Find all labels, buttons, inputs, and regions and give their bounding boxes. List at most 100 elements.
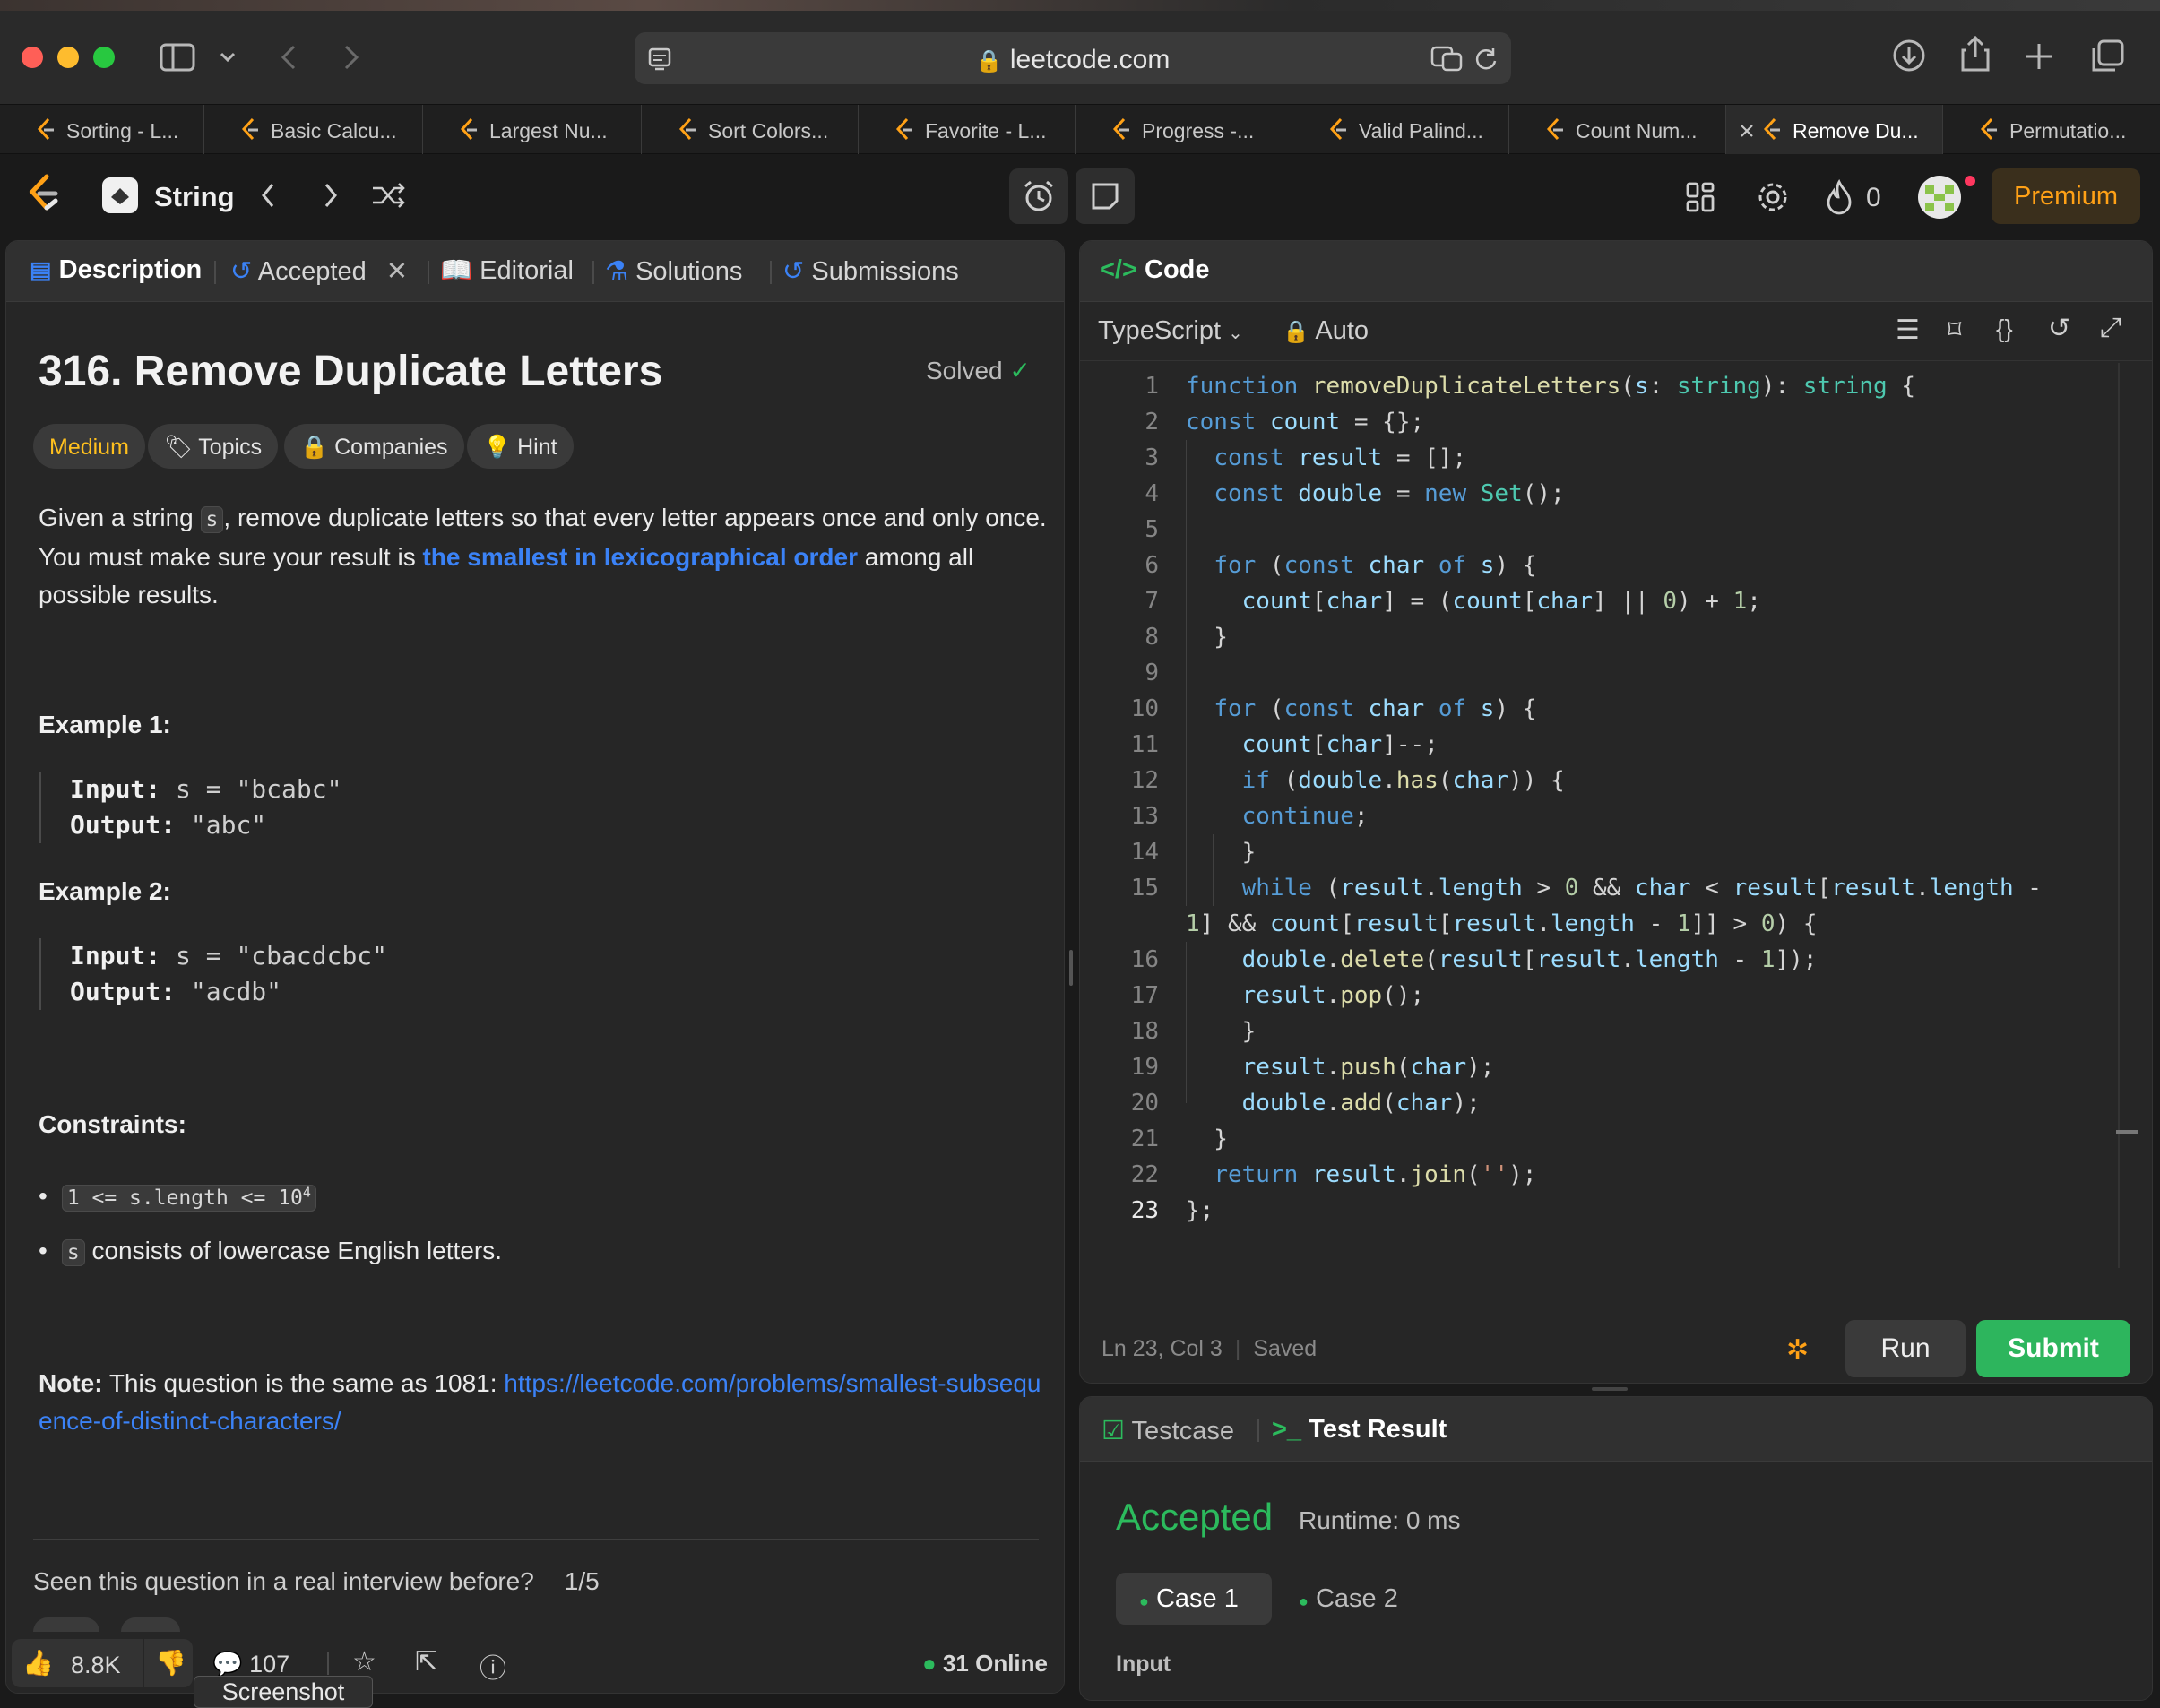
browser-tab[interactable]: Count Num... (1509, 105, 1726, 155)
share-icon[interactable] (1959, 34, 1992, 73)
tab-solutions[interactable]: ⚗ Solutions (605, 255, 742, 287)
bookmark-icon[interactable]: ⌑ (1948, 315, 1961, 346)
dislike-button[interactable]: 👎 (144, 1639, 193, 1687)
code-editor[interactable]: 1 function removeDuplicateLetters(s: stri… (1080, 368, 2129, 1264)
tab-accepted[interactable]: ↺ Accepted ✕ (230, 255, 408, 287)
lock-icon: 🔒 (300, 435, 329, 460)
reload-icon[interactable] (1473, 47, 1499, 72)
tab-test-result-label: Test Result (1309, 1415, 1447, 1444)
tab-editorial[interactable]: 📖 Editorial (440, 255, 574, 286)
browser-tab[interactable]: Valid Palind... (1292, 105, 1509, 155)
input-label: Input (1116, 1652, 1171, 1677)
tab-description[interactable]: ▤ Description (30, 255, 202, 285)
share-icon[interactable]: ⇱ (415, 1646, 437, 1678)
close-icon[interactable]: ✕ (386, 257, 408, 286)
note-icon (1092, 183, 1119, 210)
submit-button[interactable]: Submit (1976, 1320, 2130, 1377)
browser-tab[interactable]: Favorite - L... (859, 105, 1076, 155)
minimize-window-button[interactable] (57, 47, 79, 68)
tab-editorial-label: Editorial (480, 256, 574, 285)
lexicographical-link[interactable]: the smallest in lexicographical order (422, 543, 858, 571)
leetcode-logo-icon (1763, 117, 1780, 141)
expand-icon[interactable]: ⤢ (2100, 313, 2121, 343)
browser-tab-active[interactable]: Remove Du... (1726, 105, 1943, 155)
star-icon[interactable]: ☆ (352, 1646, 376, 1678)
browser-tab[interactable]: Progress -... (1076, 105, 1292, 155)
browser-tab[interactable]: Permutatio... (1943, 105, 2160, 155)
companies-pill[interactable]: 🔒 Companies (284, 424, 464, 469)
chevron-down-icon[interactable] (219, 50, 237, 65)
braces-icon[interactable]: {} (1996, 315, 2013, 343)
reset-icon[interactable]: ↺ (2048, 313, 2070, 344)
solved-status: Solved ✓ (926, 356, 1031, 385)
leetcode-logo-icon[interactable] (27, 174, 59, 213)
screenshot-tooltip: Screenshot (194, 1676, 373, 1708)
auto-mode[interactable]: 🔒 Auto (1283, 316, 1369, 346)
tab-label: Remove Du... (1793, 119, 1919, 142)
close-tab-icon[interactable] (1739, 123, 1755, 139)
check-circle-icon: ✓ (1009, 357, 1031, 384)
comments-button[interactable]: 💬 107 (212, 1650, 289, 1678)
layout-icon[interactable] (1685, 181, 1715, 213)
prev-problem-icon[interactable] (258, 181, 280, 210)
cursor-position: Ln 23, Col 3 | Saved (1102, 1336, 1317, 1362)
tab-submissions[interactable]: ↺ Submissions (782, 255, 959, 287)
browser-tab[interactable]: Sorting - L... (0, 105, 204, 155)
like-button[interactable]: 👍 8.8K (12, 1639, 143, 1687)
leetcode-logo-icon (895, 117, 912, 141)
tab-test-result[interactable]: >_ Test Result (1272, 1415, 1447, 1445)
leetcode-logo-icon (37, 117, 54, 141)
interview-question: Seen this question in a real interview b… (33, 1567, 600, 1596)
run-button[interactable]: Run (1845, 1320, 1966, 1377)
constraint-text: consists of lowercase English letters. (84, 1237, 502, 1264)
zoom-window-button[interactable] (93, 47, 115, 68)
note-paragraph: Note: This question is the same as 1081:… (39, 1365, 1042, 1440)
tab-label: Sorting - L... (66, 119, 179, 142)
tab-overview-icon[interactable] (2090, 39, 2124, 73)
forward-icon[interactable] (341, 43, 362, 72)
close-window-button[interactable] (22, 47, 43, 68)
new-tab-icon[interactable] (2024, 41, 2054, 72)
vertical-splitter[interactable] (1592, 1387, 1628, 1391)
notes-button[interactable] (1076, 168, 1135, 224)
language-label: TypeScript (1098, 316, 1221, 345)
panel-resize-handle[interactable] (1069, 950, 1073, 986)
downloads-icon[interactable] (1891, 38, 1927, 73)
topics-pill[interactable]: 🏷 Topics (148, 424, 279, 469)
case-1-tab[interactable]: ● Case 1 (1116, 1573, 1272, 1625)
premium-button[interactable]: Premium (1992, 168, 2140, 224)
problem-list-name[interactable]: String (154, 181, 235, 213)
timer-button[interactable] (1009, 168, 1068, 224)
example-block: Input: s = "bcabc" Output: "abc" (39, 772, 341, 843)
bullet: • (39, 1237, 48, 1264)
constraint-item: • 1 <= s.length <= 104 (39, 1173, 316, 1217)
browser-tab[interactable]: Sort Colors... (642, 105, 859, 155)
tab-label: Favorite - L... (925, 119, 1047, 142)
code-title-label: Code (1145, 255, 1210, 284)
translate-icon[interactable] (1430, 45, 1464, 72)
tab-label: Progress -... (1142, 119, 1255, 142)
alarm-clock-icon (1024, 180, 1053, 211)
sidebar-icon[interactable] (160, 43, 195, 72)
hint-pill[interactable]: 💡 Hint (467, 424, 574, 469)
browser-tab[interactable]: Basic Calcu... (204, 105, 423, 155)
code-panel: </> Code TypeScript ⌄ 🔒 Auto ☰ ⌑ {} ↺ ⤢ … (1079, 240, 2153, 1384)
tab-testcase[interactable]: ☑ Testcase (1102, 1415, 1234, 1446)
leetcode-logo-icon (678, 117, 696, 141)
case-2-tab[interactable]: ● Case 2 (1299, 1573, 1398, 1625)
shuffle-icon[interactable] (371, 181, 407, 210)
avatar[interactable] (1918, 176, 1961, 219)
tab-divider (592, 261, 594, 284)
browser-tab[interactable]: Largest Nu... (423, 105, 642, 155)
debug-icon[interactable]: ✲ (1786, 1334, 1809, 1366)
help-icon[interactable]: ⓘ (480, 1646, 506, 1686)
next-problem-icon[interactable] (319, 181, 341, 210)
address-bar[interactable]: 🔒 leetcode.com (635, 32, 1511, 84)
language-select[interactable]: TypeScript ⌄ (1098, 316, 1243, 346)
format-icon[interactable]: ☰ (1896, 315, 1920, 346)
streak-fire-icon[interactable] (1825, 179, 1853, 215)
back-icon[interactable] (278, 43, 299, 72)
settings-gear-icon[interactable] (1757, 181, 1789, 213)
divider (327, 1652, 329, 1675)
problem-title: 316. Remove Duplicate Letters (39, 348, 663, 395)
